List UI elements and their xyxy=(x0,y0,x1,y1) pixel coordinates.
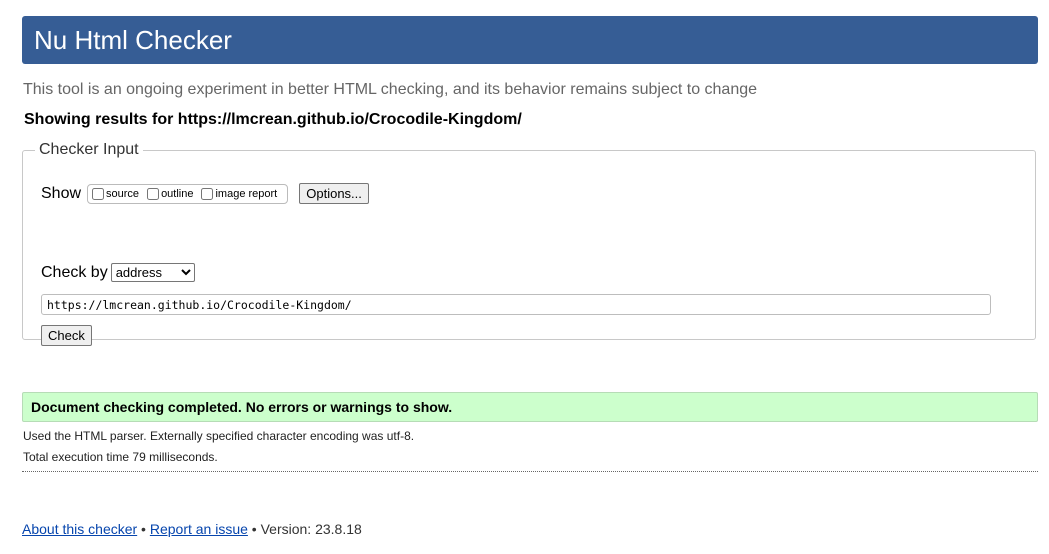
report-issue-link[interactable]: Report an issue xyxy=(150,521,248,537)
check-by-row: Check by address xyxy=(41,263,195,282)
check-by-select[interactable]: address xyxy=(110,263,195,282)
url-input[interactable] xyxy=(41,294,991,315)
show-options-group: source outline image report xyxy=(87,183,289,204)
show-source-label: source xyxy=(106,187,140,200)
page-header: Nu Html Checker xyxy=(22,16,1038,64)
about-checker-link[interactable]: About this checker xyxy=(22,521,137,537)
show-source-option[interactable]: source xyxy=(90,187,140,200)
version-text: • Version: 23.8.18 xyxy=(247,521,362,537)
show-image-report-label: image report xyxy=(215,187,278,200)
show-image-report-checkbox[interactable] xyxy=(201,187,214,200)
success-message: Document checking completed. No errors o… xyxy=(22,392,1038,422)
parser-info: Used the HTML parser. Externally specifi… xyxy=(23,429,415,443)
checker-input-fieldset: Checker Input Show source outline image … xyxy=(22,141,1036,346)
options-button[interactable]: Options... xyxy=(299,183,369,204)
show-outline-checkbox[interactable] xyxy=(147,187,160,200)
show-outline-option[interactable]: outline xyxy=(145,187,194,200)
showing-results-heading: Showing results for https://lmcrean.gith… xyxy=(24,111,522,128)
show-row: Show source outline image report Options… xyxy=(41,183,369,204)
footer: About this checker • Report an issue • V… xyxy=(22,521,362,537)
check-by-label: Check by xyxy=(41,263,108,281)
check-button[interactable]: Check xyxy=(41,325,92,346)
tagline: This tool is an ongoing experiment in be… xyxy=(23,81,758,98)
footer-separator: • xyxy=(137,521,150,537)
checker-input-legend: Checker Input xyxy=(39,141,139,158)
show-source-checkbox[interactable] xyxy=(92,187,105,200)
show-image-report-option[interactable]: image report xyxy=(199,187,278,200)
divider xyxy=(22,471,1038,472)
execution-time-info: Total execution time 79 milliseconds. xyxy=(23,450,218,464)
page-title: Nu Html Checker xyxy=(34,25,232,55)
show-outline-label: outline xyxy=(161,187,194,200)
show-label: Show xyxy=(41,184,82,202)
